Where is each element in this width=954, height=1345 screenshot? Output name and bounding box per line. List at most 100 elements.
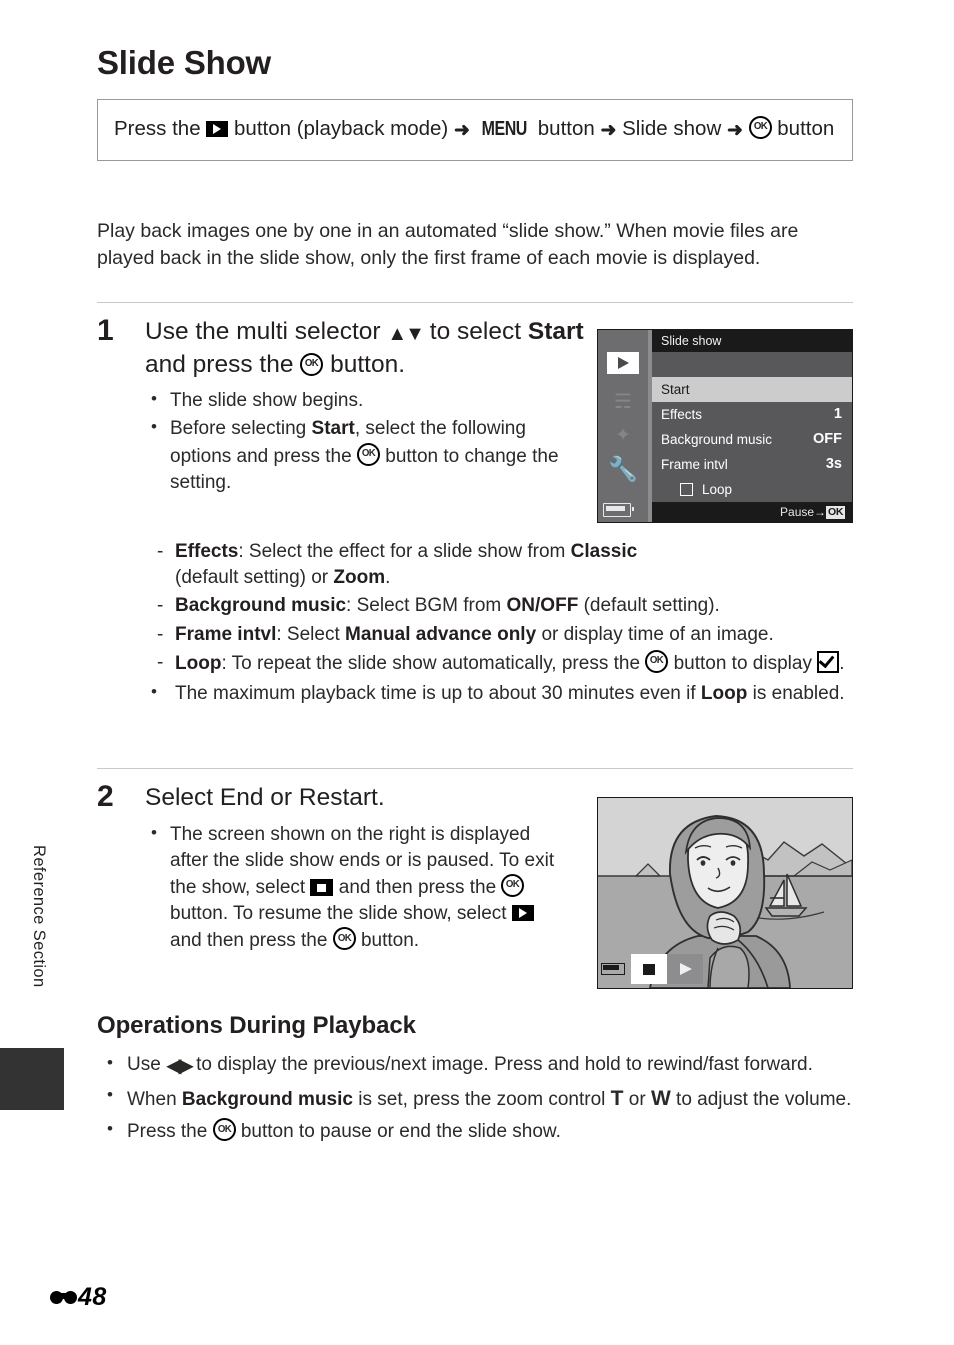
ok-button-icon-s1head: OK xyxy=(300,352,324,376)
step-2-number: 2 xyxy=(97,780,114,813)
camera-menu-title: Slide show xyxy=(652,330,852,352)
page-content: Slide Show Press the button (playback mo… xyxy=(97,0,857,1345)
value-manual-advance-only: Manual advance only xyxy=(345,623,537,645)
updown-arrows-icon: ▲▼ xyxy=(387,323,425,345)
camera-menu-footer: Pause→ OK xyxy=(652,502,852,522)
s1-b3-b: is enabled. xyxy=(752,683,845,705)
menu-row-value: 1 xyxy=(833,406,842,422)
menu-row-label: Frame intvl xyxy=(661,457,728,472)
list-item: Use ◀▶ to display the previous/next imag… xyxy=(97,1051,853,1080)
s1-b3-a: The maximum playback time is up to about… xyxy=(175,683,696,705)
checkbox-checked-icon xyxy=(817,650,840,673)
op-b1-a: Use xyxy=(127,1054,161,1075)
leftright-arrows-icon: ◀▶ xyxy=(166,1055,194,1077)
value-classic: Classic xyxy=(570,541,638,562)
s1-d1-c: . xyxy=(385,567,391,589)
divider-2 xyxy=(97,768,853,769)
menu-row-background-music[interactable]: Background music OFF xyxy=(652,427,852,452)
s1-b3-loop: Loop xyxy=(700,683,748,705)
s1-d3-a: : Select xyxy=(276,623,340,645)
s1-d1-b: (default setting) or xyxy=(175,567,329,589)
s1-d4-c: . xyxy=(839,652,845,674)
intro-paragraph: Play back images one by one in an automa… xyxy=(97,219,799,270)
s2-d: and then press the xyxy=(170,930,328,952)
s1-d4-a: : To repeat the slide show automatically… xyxy=(221,652,641,674)
step-1-dash-list-wrap: Effects: Select the effect for a slide s… xyxy=(145,537,853,709)
list-item: Background music: Select BGM from ON/OFF… xyxy=(145,593,853,619)
arrow-right-icon-1: ➜ xyxy=(453,120,470,141)
operations-bullets: Use ◀▶ to display the previous/next imag… xyxy=(97,1051,853,1146)
slide-show-photo-screenshot xyxy=(597,797,853,989)
menu-row-value: 3s xyxy=(825,456,842,472)
menu-row-label: Start xyxy=(661,382,690,397)
menu-row-loop[interactable]: Loop xyxy=(652,477,852,502)
step-1-heading: Use the multi selector ▲▼ to select Star… xyxy=(145,316,585,381)
menu-row-value: OFF xyxy=(813,431,842,447)
ok-button-icon-op3: OK xyxy=(212,1118,236,1142)
ok-button-icon-s2b: OK xyxy=(332,927,356,951)
navigation-path-box: Press the button (playback mode) ➜ MENU … xyxy=(97,99,853,161)
s2-b: and then press the xyxy=(338,877,497,899)
stop-button[interactable] xyxy=(631,954,667,984)
battery-icon xyxy=(603,503,635,517)
s1-d3-b: or display time of an image. xyxy=(541,623,774,645)
operations-heading: Operations During Playback xyxy=(97,1012,416,1039)
arrow-right-icon-3: ➜ xyxy=(726,120,743,141)
play-button[interactable] xyxy=(667,954,703,984)
s1-b2-a: Before selecting xyxy=(170,418,307,440)
term-background-music: Background music xyxy=(175,595,347,617)
path-mid2: button xyxy=(537,117,595,140)
s1-head-e: button. xyxy=(330,350,406,378)
list-item: The slide show begins. xyxy=(145,387,585,414)
list-item: Frame intvl: Select Manual advance only … xyxy=(145,622,853,648)
step-1-dash-list: Effects: Select the effect for a slide s… xyxy=(145,539,853,677)
menu-row-frame-intvl[interactable]: Frame intvl 3s xyxy=(652,452,852,477)
zoom-wide-icon: W xyxy=(650,1087,671,1111)
op-b2-or: or xyxy=(628,1089,646,1111)
ok-button-icon-s1d4: OK xyxy=(645,649,669,673)
page-number: 48 xyxy=(78,1283,107,1311)
camera-menu-tab-strip: ☴ ✦ 🔧 xyxy=(598,330,648,522)
s1-b2-start: Start xyxy=(311,418,355,440)
operations-body: Use ◀▶ to display the previous/next imag… xyxy=(97,1051,853,1150)
list-item: Loop: To repeat the slide show automatic… xyxy=(145,649,853,677)
list-item: The maximum playback time is up to about… xyxy=(145,680,853,707)
s1-head-start: Start xyxy=(527,318,584,345)
s1-d2-a: : Select BGM from xyxy=(346,595,502,617)
s1-head-c: select xyxy=(457,318,522,345)
menu-row-effects[interactable]: Effects 1 xyxy=(652,402,852,427)
play-button-icon xyxy=(511,905,534,922)
term-loop: Loop xyxy=(175,652,222,674)
op-b3-a: Press the xyxy=(127,1121,208,1143)
playback-tab-icon[interactable] xyxy=(607,352,639,374)
setup-wrench-tab-icon[interactable]: 🔧 xyxy=(608,456,638,482)
s2-e: button. xyxy=(360,930,420,952)
menu-row-label: Effects xyxy=(661,407,703,422)
s1-head-a: Use the multi selector xyxy=(145,318,381,345)
menu-row-label: Background music xyxy=(661,432,773,447)
section-thumb-tab xyxy=(0,1048,64,1110)
list-item: Press the OK button to pause or end the … xyxy=(97,1117,853,1146)
wifi-tab-icon[interactable]: ☴ xyxy=(608,388,638,414)
menu-row-label: Loop xyxy=(702,482,733,497)
battery-icon xyxy=(601,963,625,975)
list-item: The screen shown on the right is display… xyxy=(145,821,565,955)
list-item: When Background music is set, press the … xyxy=(97,1083,853,1114)
page-footer: 48 xyxy=(50,1283,107,1312)
term-frame-intvl: Frame intvl xyxy=(175,623,277,645)
zoom-tele-icon: T xyxy=(610,1087,624,1111)
s1-head-d: and press the xyxy=(145,350,294,378)
loop-checkbox-icon[interactable] xyxy=(680,483,693,496)
step-1-bullets-2: The maximum playback time is up to about… xyxy=(145,680,853,707)
page-title: Slide Show xyxy=(97,44,272,81)
path-suffix: button xyxy=(777,117,835,140)
op-b1-b: to display the previous/next image. Pres… xyxy=(196,1054,813,1075)
ok-button-icon-s1b2: OK xyxy=(356,442,380,466)
playback-button-icon xyxy=(206,121,229,137)
s1-d2-b: (default setting). xyxy=(583,595,720,617)
s1-d1-a: : Select the effect for a slide show fro… xyxy=(238,541,566,562)
menu-row-start[interactable]: Start xyxy=(652,377,852,402)
op-b2-bgm: Background music xyxy=(181,1089,353,1111)
ok-button-icon-path: OK xyxy=(748,116,772,139)
gps-tab-icon[interactable]: ✦ xyxy=(608,422,638,448)
